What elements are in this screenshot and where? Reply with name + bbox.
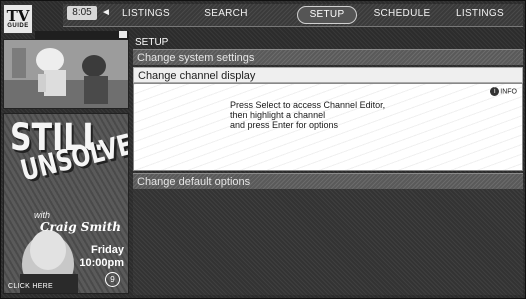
logo-tv-text: TV: [6, 6, 30, 25]
empty-content-area: [133, 189, 523, 295]
clock: 8:05: [67, 6, 97, 20]
tab-setup[interactable]: SETUP: [297, 6, 357, 24]
promo-with-text: with: [34, 210, 51, 220]
info-line-1: Press Select to access Channel Editor,: [230, 100, 386, 110]
info-line-2: then highlight a channel: [230, 110, 326, 120]
header-indicator: [119, 31, 127, 38]
promo-time: 10:00pm: [79, 257, 124, 269]
click-here-label[interactable]: CLICK HERE: [8, 283, 53, 290]
promo-host-name: Craig Smith: [40, 220, 121, 234]
tab-search[interactable]: SEARCH: [201, 7, 251, 21]
tv-guide-screen: TV GUIDE 8:05 ◄ LISTINGS SEARCH SETUP SC…: [0, 0, 526, 299]
video-frame-image: [4, 40, 128, 108]
info-badge[interactable]: i INFO: [490, 87, 517, 97]
promo-ad-panel[interactable]: STILL UNSOLVED with Craig Smith Friday 1…: [3, 113, 129, 294]
promo-day: Friday: [90, 244, 124, 256]
menu-item-system-settings[interactable]: Change system settings: [133, 49, 523, 65]
info-panel: i INFO Press Select to access Channel Edi…: [133, 83, 523, 171]
menu-item-channel-display[interactable]: Change channel display: [133, 67, 523, 83]
info-badge-label: INFO: [500, 88, 517, 96]
menu-item-default-options[interactable]: Change default options: [133, 173, 523, 189]
tab-schedule[interactable]: SCHEDULE: [373, 7, 431, 21]
page-title: SETUP: [135, 37, 169, 48]
logo-guide-text: GUIDE: [7, 22, 29, 29]
tab-listings-2[interactable]: LISTINGS: [453, 7, 507, 21]
info-line-3: and press Enter for options: [230, 120, 339, 130]
header-strip: [35, 31, 129, 39]
nav-left-arrow-icon[interactable]: ◄: [101, 7, 111, 19]
tv-guide-logo[interactable]: TV GUIDE: [3, 4, 33, 34]
tab-listings[interactable]: LISTINGS: [121, 7, 171, 21]
live-video-window[interactable]: [3, 39, 129, 109]
info-icon: i: [490, 87, 500, 96]
channel-logo-icon: 9: [105, 272, 120, 287]
info-message: Press Select to access Channel Editor, t…: [230, 100, 430, 130]
